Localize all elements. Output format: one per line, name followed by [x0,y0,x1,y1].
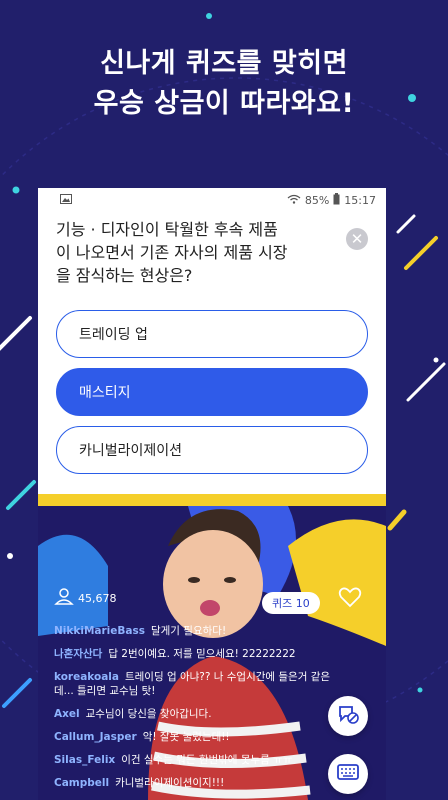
chat-username: Callum_Jasper [54,731,137,743]
chat-text: 카니벌라이제이션이지!!! [115,777,225,789]
quiz-question: 기능 · 디자인이 탁월한 후속 제품 이 나오면서 기존 자사의 제품 시장 … [56,220,288,285]
chat-username: 나혼자산다 [54,648,103,660]
live-stream-panel: 45,678 퀴즈 10 NikkiMarieBass 달게기 필요하다! 나혼자… [38,506,386,800]
chat-username: NikkiMarieBass [54,625,145,637]
clock: 15:17 [344,193,376,207]
answer-option-label: 카니벌라이제이션 [79,443,183,459]
battery-icon [333,192,340,208]
promo-headline: 신나게 퀴즈를 맞히면 우승 상금이 따라와요! [0,44,448,124]
question-card: 기능 · 디자인이 탁월한 후속 제품 이 나오면서 기존 자사의 제품 시장 … [38,212,386,287]
viewer-count: 45,678 [78,592,117,605]
gallery-icon [60,193,72,207]
chat-message: Axel 교수님이 당신을 찾아갑니다. [54,707,340,721]
chat-list: NikkiMarieBass 달게기 필요하다! 나혼자산다 답 2번이예요. 저를… [54,624,340,799]
heart-icon[interactable] [338,586,362,612]
chat-username: Silas_Felix [54,754,116,766]
chat-toggle-button[interactable] [328,696,368,736]
phone-screen: 85% 15:17 기능 · 디자인이 탁월한 후속 제품 이 나오면서 기존 … [38,188,386,800]
chat-text: 교수님이 당신을 찾아갑니다. [85,708,212,720]
chat-text: 악! 잘못 눌렀는데!! [142,731,230,743]
chat-username: Axel [54,708,80,720]
battery-percent: 85% [304,193,330,207]
chat-message: NikkiMarieBass 달게기 필요하다! [54,624,340,638]
viewer-counter: 45,678 [54,588,117,609]
promo-line-2: 우승 상금이 따라와요! [93,88,355,119]
chat-message: Callum_Jasper 악! 잘못 눌렀는데!! [54,730,340,744]
answer-option-1[interactable]: 트레이딩 업 [56,310,368,358]
keyboard-icon [337,764,359,784]
answer-option-label: 트레이딩 업 [79,327,148,343]
wifi-icon [287,194,301,207]
chat-text: 이건 실수는 뭐든 한번밖에 못누름 ㅠㅠ [121,754,293,766]
chat-message: 나혼자산다 답 2번이예요. 저를 믿으세요! 22222222 [54,647,340,661]
divider-bar [38,494,386,506]
answer-option-3[interactable]: 카니벌라이제이션 [56,426,368,474]
chat-text: 답 2번이예요. 저를 믿으세요! 22222222 [108,648,296,660]
chat-message: Silas_Felix 이건 실수는 뭐든 한번밖에 못누름 ㅠㅠ [54,753,340,767]
keyboard-button[interactable] [328,754,368,794]
status-bar: 85% 15:17 [38,188,386,212]
chat-message: koreakoala 트레이딩 업 아냐?? 나 수업시간에 들은거 같은데...… [54,670,340,698]
viewers-icon [54,588,74,609]
chat-off-icon [337,703,359,729]
chat-text: 달게기 필요하다! [150,625,227,637]
chat-username: koreakoala [54,671,119,683]
close-icon[interactable]: ✕ [346,228,368,250]
answer-option-label: 매스티지 [79,385,131,401]
answer-option-2[interactable]: 매스티지 [56,368,368,416]
status-right: 85% 15:17 [287,192,376,208]
chat-message: Campbell 카니벌라이제이션이지!!! [54,776,340,790]
quiz-number-badge: 퀴즈 10 [262,592,320,614]
chat-username: Campbell [54,777,110,789]
promo-line-1: 신나게 퀴즈를 맞히면 [100,48,348,79]
